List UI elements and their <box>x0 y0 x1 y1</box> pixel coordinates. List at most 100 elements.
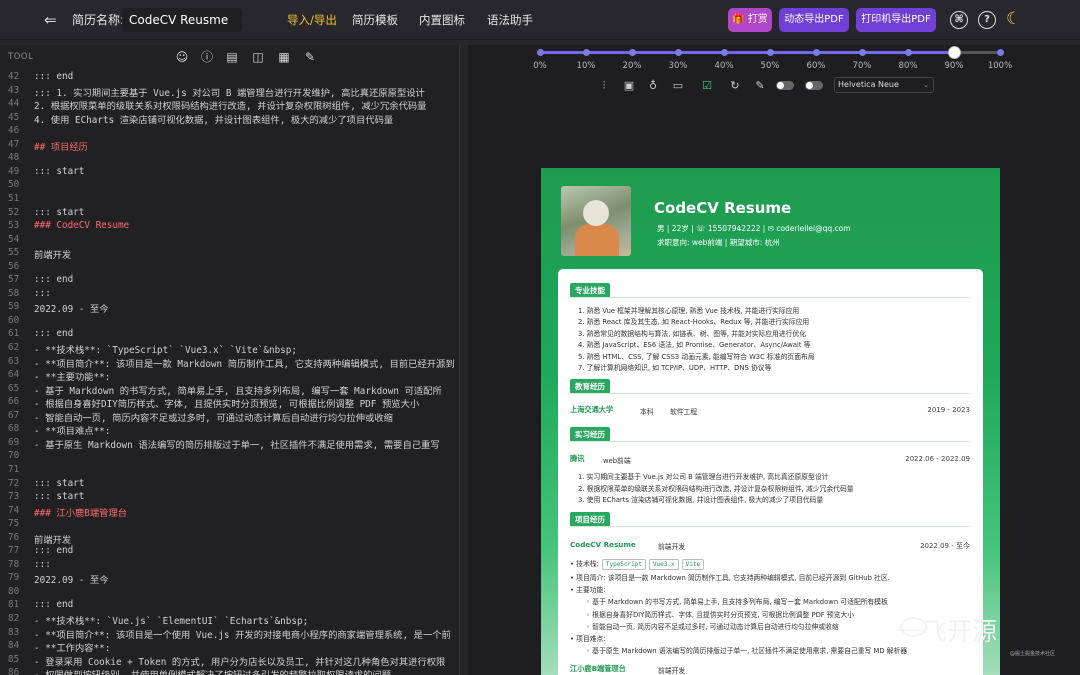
moon-icon[interactable]: ☾ <box>1006 9 1021 29</box>
zoom-tick-label: 50% <box>760 61 780 71</box>
section-divider <box>570 526 970 527</box>
line-number: 54 <box>8 233 20 245</box>
nav-grammar-helper[interactable]: 语法助手 <box>487 0 533 40</box>
line-number: 44 <box>8 98 20 110</box>
code-line[interactable]: ::: <box>34 559 51 570</box>
code-area[interactable]: 42::: end 43::: 1. 实习期间主要基于 Vue.js 对公司 B … <box>0 69 460 675</box>
code-line[interactable]: 前端开发 <box>34 532 71 546</box>
edit-icon[interactable]: ✎ <box>753 79 767 92</box>
code-line[interactable]: ::: 1. 实习期间主要基于 Vue.js 对公司 B 端管理台进行开发维护,… <box>34 85 425 99</box>
nav-import-export[interactable]: 导入/导出 <box>287 0 337 40</box>
checkbox-icon[interactable]: ☑ <box>700 79 714 92</box>
code-line[interactable]: - **项目简介**: 该项目是一款 Markdown 简历制作工具, 它支持两… <box>34 356 455 370</box>
line-number: 77 <box>8 545 20 557</box>
watermark-text: 一飞开源 <box>897 617 998 646</box>
zoom-tick-label: 10% <box>576 61 596 71</box>
code-line[interactable]: ### CodeCV Resume <box>34 220 129 231</box>
code-line[interactable]: - 根据自身喜好DIY简历样式、字体, 且提供实时分页预览, 可根据比例调整 P… <box>34 396 419 410</box>
back-icon[interactable]: ⇐ <box>44 0 57 40</box>
zoom-tick-dot[interactable] <box>721 49 728 56</box>
nav-resume-template[interactable]: 简历模板 <box>352 0 398 40</box>
code-line[interactable]: 2022.09 - 至今 <box>34 301 109 315</box>
code-line[interactable]: - 智能自动一页, 简历内容不足或过多时, 可通过动态计算后自动进行均匀拉伸或收… <box>34 410 393 424</box>
toggle-switch-2[interactable] <box>805 81 823 90</box>
zoom-tick-dot[interactable] <box>997 49 1004 56</box>
line-number: 53 <box>8 220 20 232</box>
resume-name-input[interactable] <box>122 8 242 32</box>
stack-tag: Vite <box>681 559 705 570</box>
code-line[interactable]: - 基于 Markdown 的书写方式, 简单易上手, 且支持多列布局, 编写一… <box>34 383 442 397</box>
code-line[interactable]: ::: end <box>34 71 73 82</box>
line-number: 66 <box>8 396 20 408</box>
code-line[interactable]: ::: start <box>34 166 84 177</box>
github-icon[interactable]: ⌘ <box>950 11 968 29</box>
zoom-tick-dot[interactable] <box>905 49 912 56</box>
emoji-icon[interactable]: ☺ <box>175 50 189 64</box>
code-line[interactable]: ::: start <box>34 207 84 218</box>
reward-label: 打赏 <box>747 14 768 25</box>
pen-icon[interactable]: ✎ <box>303 50 317 64</box>
code-line[interactable]: 2. 根据权限菜单的级联关系对权限码结构进行改造, 并设计复杂权限树组件, 减少… <box>34 98 426 112</box>
code-line[interactable]: ::: end <box>34 545 73 556</box>
code-line[interactable]: 前端开发 <box>34 247 71 261</box>
print-export-pdf-button[interactable]: 打印机导出PDF <box>856 8 936 32</box>
code-line[interactable]: ::: <box>34 288 51 299</box>
project1-item-text: 项目简介: 该项目是一款 Markdown 简历制作工具, 它支持两种编辑模式,… <box>576 574 890 582</box>
dynamic-export-pdf-button[interactable]: 动态导出PDF <box>779 8 849 32</box>
code-line[interactable]: - 权限做到按钮级别, 并使用单例模式解决了按钮过多引发的频繁拉取权限请求的问题 <box>34 667 391 675</box>
tool-label: TOOL <box>8 52 34 62</box>
zoom-slider-thumb[interactable] <box>948 46 961 59</box>
major: 软件工程 <box>670 408 698 416</box>
bulb-icon[interactable]: ♁ <box>646 79 660 92</box>
line-number: 86 <box>8 667 20 675</box>
section-skills: 专业技能 <box>570 283 610 298</box>
code-line[interactable]: - 登录采用 Cookie + Token 的方式, 用户分为店长以及员工, 并… <box>34 654 445 668</box>
zoom-tick-dot[interactable] <box>583 49 590 56</box>
zoom-tick-dot[interactable] <box>813 49 820 56</box>
code-line[interactable]: ::: start <box>34 491 84 502</box>
toggle-switch-1[interactable] <box>776 81 794 90</box>
help-icon[interactable]: ? <box>978 11 996 29</box>
refresh-icon[interactable]: ↻ <box>728 79 742 92</box>
code-line[interactable]: ::: start <box>34 478 84 489</box>
reward-button[interactable]: 🎁 打赏 <box>728 8 772 32</box>
watermark-subtext: @掘土掘金技术社区 <box>1010 651 1056 657</box>
columns-icon[interactable]: ◫ <box>251 50 265 64</box>
nav-builtin-icons[interactable]: 内置图标 <box>419 0 465 40</box>
code-line[interactable]: 4. 使用 ECharts 渲染店铺可视化数据, 并设计图表组件, 极大的减少了… <box>34 112 393 126</box>
document-icon[interactable]: ▤ <box>225 50 239 64</box>
zoom-slider[interactable] <box>537 46 1004 59</box>
project1-item: • 主要功能: <box>570 586 606 595</box>
code-line[interactable]: ::: end <box>34 274 73 285</box>
zoom-tick-dot[interactable] <box>629 49 636 56</box>
code-line[interactable]: - **工作内容**: <box>34 640 110 654</box>
code-line[interactable]: 2022.09 - 至今 <box>34 572 109 586</box>
image-icon[interactable]: ▭ <box>671 79 685 92</box>
code-line[interactable]: ::: end <box>34 328 73 339</box>
code-line[interactable]: - **主要功能**: <box>34 369 110 383</box>
line-number: 73 <box>8 491 20 503</box>
code-line[interactable]: ### 江小鹿B端管理台 <box>34 505 127 519</box>
table-icon[interactable]: ▦ <box>277 50 291 64</box>
code-line[interactable]: - **技术栈**: `Vue.js` `ElementUI` `Echarts… <box>34 613 308 627</box>
code-line[interactable]: ## 项目经历 <box>34 139 88 153</box>
adjust-icon[interactable]: ⫶ <box>597 79 611 93</box>
zoom-tick-dot[interactable] <box>537 49 544 56</box>
code-line[interactable]: - **技术栈**: `TypeScript` `Vue3.x` `Vite`&… <box>34 342 297 356</box>
code-line[interactable]: - **项目简介**: 该项目是一个使用 Vue.js 开发的对接电商小程序的商… <box>34 627 451 641</box>
font-select[interactable]: Helvetica Neue ⌄ <box>834 77 934 93</box>
id-card-icon[interactable]: ▣ <box>622 79 636 92</box>
project2-name: 江小鹿B端管理台 <box>570 664 626 673</box>
zoom-tick-label: 80% <box>898 61 918 71</box>
code-line[interactable]: ::: end <box>34 599 73 610</box>
zoom-tick-dot[interactable] <box>767 49 774 56</box>
skill-item: 2. 熟悉 React 库及其生态, 如 React-Hooks、Redux 等… <box>578 316 809 326</box>
zoom-tick-label: 60% <box>806 61 826 71</box>
code-line[interactable]: - 基于原生 Markdown 语法编写的简历排版过于单一, 社区插件不满足使用… <box>34 437 440 451</box>
code-line[interactable]: - **项目难点**: <box>34 423 110 437</box>
markdown-editor[interactable]: TOOL ☺ ⓘ ▤ ◫ ▦ ✎ 42::: end 43::: 1. 实习期间主… <box>0 45 460 675</box>
zoom-tick-dot[interactable] <box>859 49 866 56</box>
info-icon[interactable]: ⓘ <box>200 50 214 64</box>
zoom-tick-dot[interactable] <box>675 49 682 56</box>
internship-date: 2022.06 - 2022.09 <box>905 455 970 463</box>
